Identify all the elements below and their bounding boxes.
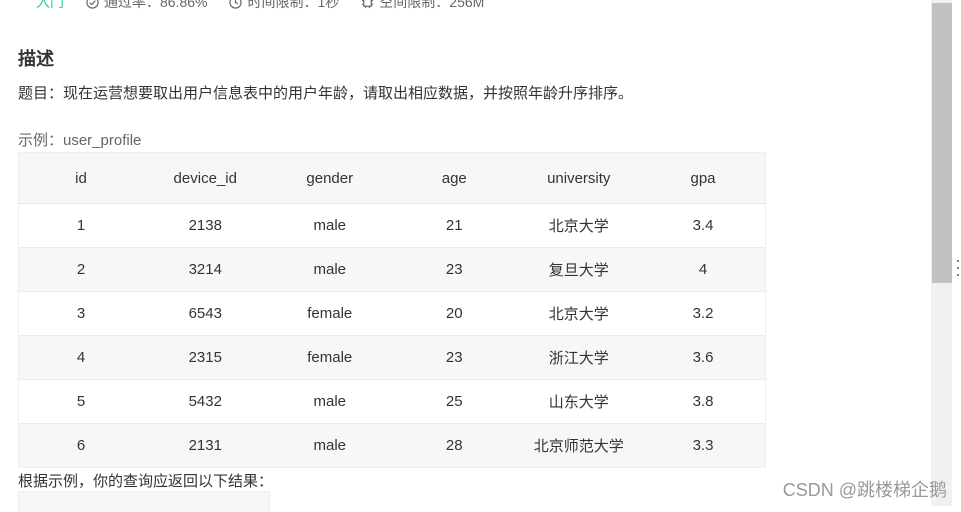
pass-rate: 通过率：86.86% — [86, 0, 207, 12]
section-title-description: 描述 — [18, 49, 54, 69]
table-cell: 5432 — [143, 379, 268, 424]
table-row: 2 3214 male 23 复旦大学 4 — [18, 247, 766, 292]
table-cell: 浙江大学 — [516, 335, 641, 380]
table-cell: 23 — [392, 247, 517, 292]
time-limit-text: 时间限制：1秒 — [247, 0, 340, 10]
table-cell: female — [267, 291, 392, 336]
table-cell: 北京大学 — [516, 203, 641, 248]
table-cell: 28 — [392, 423, 517, 468]
table-header-row: id device_id gender age university gpa — [18, 152, 766, 204]
table-row: 4 2315 female 23 浙江大学 3.6 — [18, 335, 766, 380]
problem-meta-bar: 入门 通过率：86.86% 时间限制：1秒 空间限制：256M — [36, 0, 506, 12]
result-caption: 根据示例，你的查询应返回以下结果： — [18, 473, 274, 490]
column-header-university: university — [516, 152, 641, 204]
table-cell: 4 — [641, 247, 766, 292]
table-cell: male — [267, 247, 392, 292]
table-cell: 21 — [392, 203, 517, 248]
vertical-ellipsis-icon[interactable] — [955, 258, 961, 278]
result-table-peek — [18, 491, 270, 512]
table-cell: 4 — [18, 335, 143, 380]
table-cell: 6 — [18, 423, 143, 468]
table-row: 1 2138 male 21 北京大学 3.4 — [18, 203, 766, 248]
table-cell: 3.6 — [641, 335, 766, 380]
table-cell: 2 — [18, 247, 143, 292]
table-cell: 1 — [18, 203, 143, 248]
scrollbar-thumb[interactable] — [932, 3, 952, 283]
space-limit-text: 空间限制：256M — [379, 0, 485, 10]
table-cell: 2138 — [143, 203, 268, 248]
difficulty-level: 入门 — [36, 0, 64, 10]
table-cell: 3.2 — [641, 291, 766, 336]
table-cell: 2315 — [143, 335, 268, 380]
table-row: 5 5432 male 25 山东大学 3.8 — [18, 379, 766, 424]
table-cell: male — [267, 203, 392, 248]
table-row: 3 6543 female 20 北京大学 3.2 — [18, 291, 766, 336]
table-cell: 6543 — [143, 291, 268, 336]
table-cell: 2131 — [143, 423, 268, 468]
table-cell: 20 — [392, 291, 517, 336]
table-cell: 北京大学 — [516, 291, 641, 336]
clock-icon — [229, 0, 243, 9]
chip-icon — [362, 0, 374, 8]
column-header-id: id — [18, 152, 143, 204]
example-caption: 示例：user_profile — [18, 132, 142, 149]
column-header-gender: gender — [267, 152, 392, 204]
table-row: 6 2131 male 28 北京师范大学 3.3 — [18, 423, 766, 468]
table-cell: 5 — [18, 379, 143, 424]
table-cell: female — [267, 335, 392, 380]
watermark: CSDN @跳楼梯企鹅 — [782, 480, 947, 500]
table-cell: 23 — [392, 335, 517, 380]
problem-prompt: 题目：现在运营想要取出用户信息表中的用户年龄，请取出相应数据，并按照年龄升序排序… — [18, 85, 634, 102]
column-header-age: age — [392, 152, 517, 204]
table-cell: 北京师范大学 — [516, 423, 641, 468]
column-header-device-id: device_id — [143, 152, 268, 204]
column-header-gpa: gpa — [641, 152, 766, 204]
table-cell: 3214 — [143, 247, 268, 292]
pass-rate-text: 通过率：86.86% — [104, 0, 208, 10]
check-circle-icon — [86, 0, 99, 9]
table-cell: 25 — [392, 379, 517, 424]
table-cell: 复旦大学 — [516, 247, 641, 292]
table-cell: 3 — [18, 291, 143, 336]
table-cell: 山东大学 — [516, 379, 641, 424]
space-limit: 空间限制：256M — [361, 0, 484, 12]
example-table: id device_id gender age university gpa 1… — [18, 152, 766, 468]
table-cell: 3.8 — [641, 379, 766, 424]
table-cell: male — [267, 379, 392, 424]
time-limit: 时间限制：1秒 — [229, 0, 339, 12]
table-cell: 3.4 — [641, 203, 766, 248]
table-cell: male — [267, 423, 392, 468]
table-cell: 3.3 — [641, 423, 766, 468]
